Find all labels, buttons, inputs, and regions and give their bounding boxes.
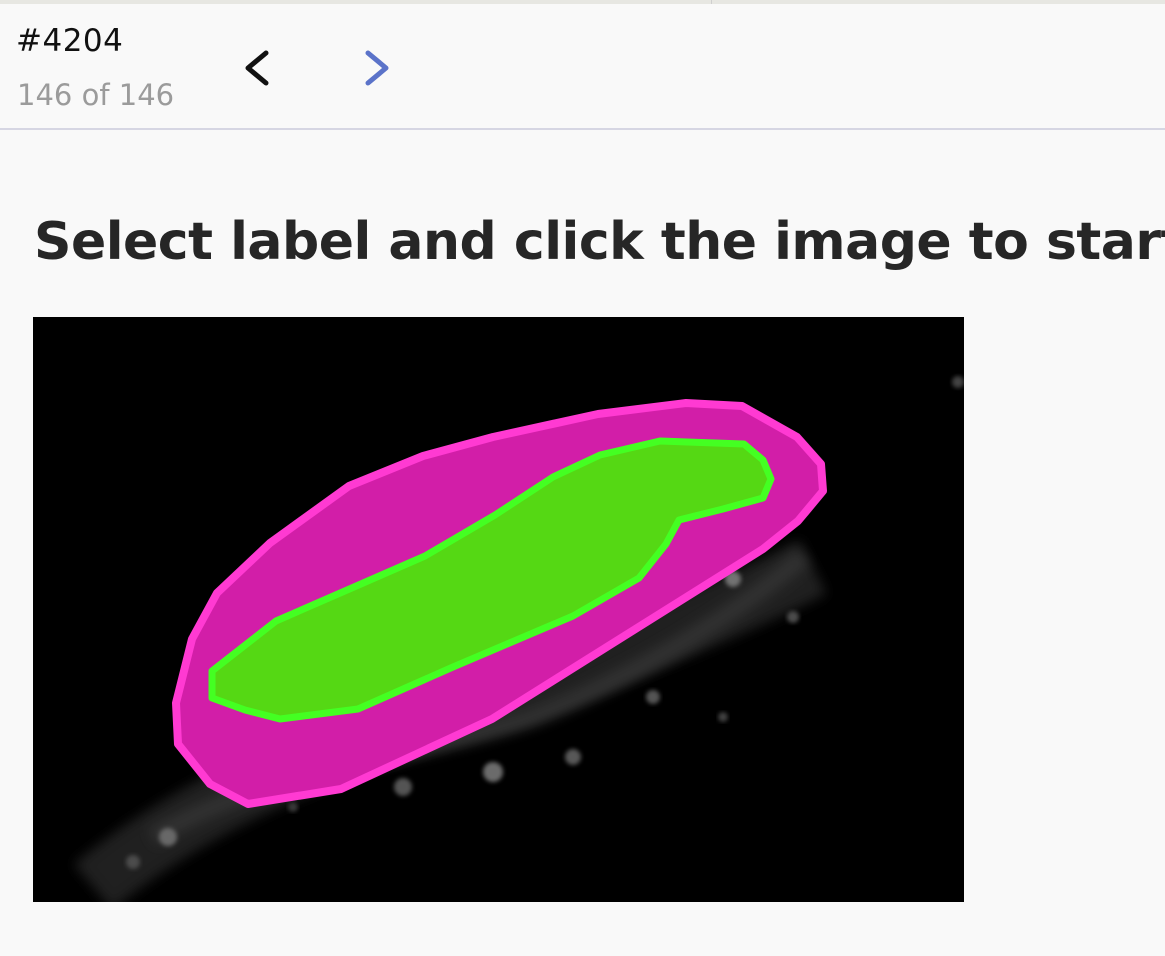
task-id: #4204 [16,23,124,59]
instruction-heading: Select label and click the image to star… [34,212,1165,272]
annotation-canvas[interactable] [33,317,964,902]
task-header: #4204 146 of 146 [0,4,1165,130]
next-task-button[interactable] [354,42,398,94]
previous-task-button[interactable] [236,42,280,94]
annotation-image[interactable] [33,317,964,902]
task-progress: 146 of 146 [17,78,175,112]
chevron-left-icon [245,50,269,86]
chevron-right-icon [365,50,389,86]
